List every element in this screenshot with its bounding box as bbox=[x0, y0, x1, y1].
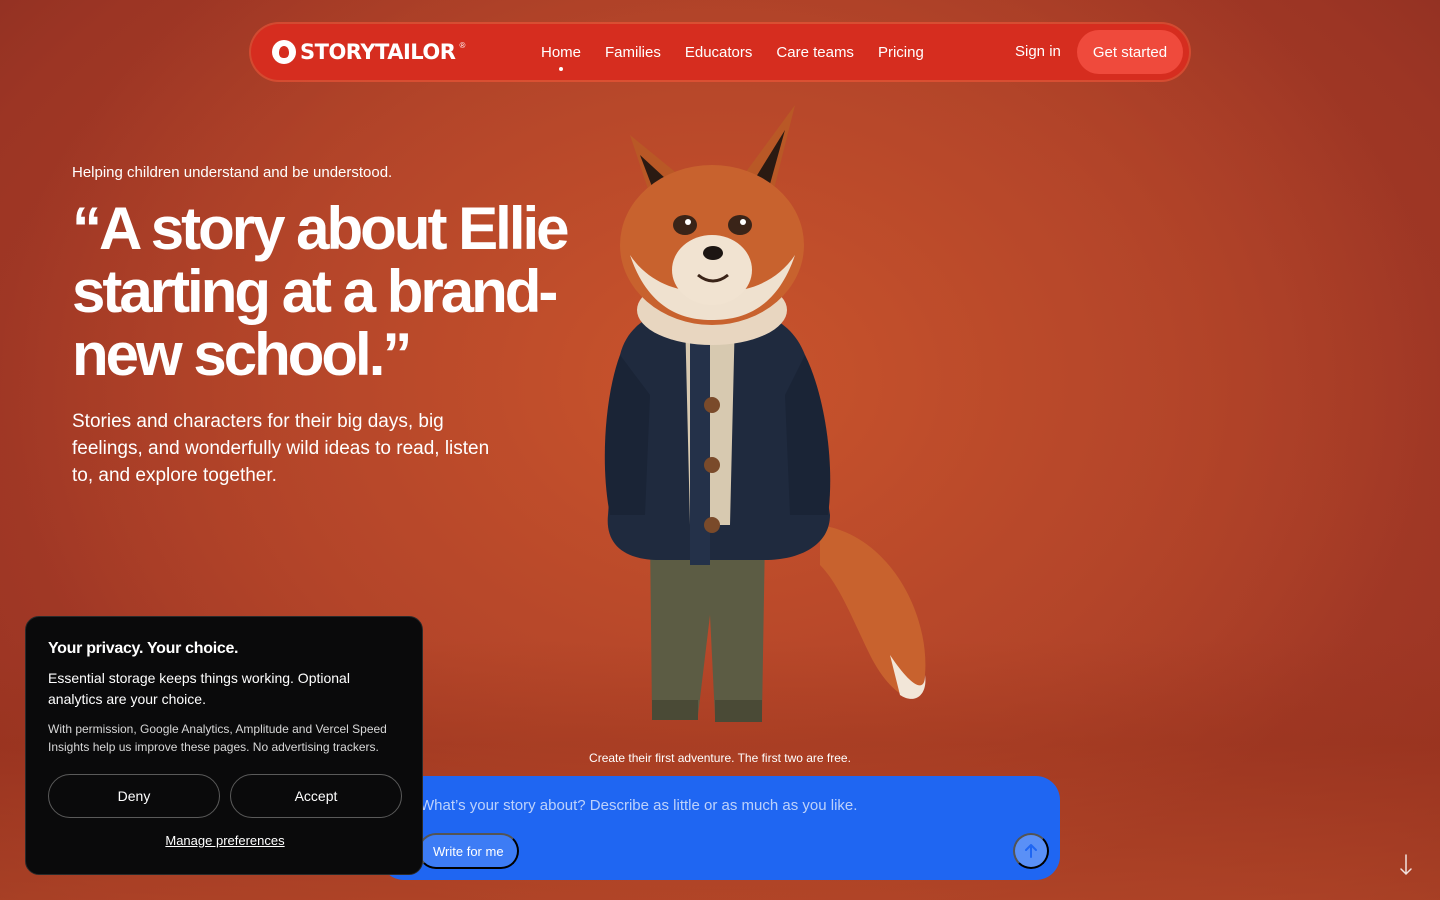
manage-preferences-link[interactable]: Manage preferences bbox=[26, 833, 424, 848]
cookie-title: Your privacy. Your choice. bbox=[48, 640, 239, 657]
cookie-lead-text: Essential storage keeps things working. … bbox=[48, 670, 350, 707]
cookie-accept-button[interactable]: Accept bbox=[230, 774, 402, 818]
nav-links: Home Families Educators Care teams Prici… bbox=[541, 24, 924, 80]
logo-registered-mark: ® bbox=[459, 41, 466, 50]
hero-subtext: Stories and characters for their big day… bbox=[72, 411, 490, 486]
nav-link-pricing[interactable]: Pricing bbox=[878, 44, 924, 61]
cookie-consent-banner: Your privacy. Your choice. Essential sto… bbox=[25, 616, 423, 875]
arrow-down-icon[interactable] bbox=[1398, 853, 1414, 877]
top-navigation: STORYTAILOR ® Home Families Educators Ca… bbox=[251, 24, 1189, 80]
cookie-detail-text: With permission, Google Analytics, Ampli… bbox=[48, 722, 387, 754]
hero-eyebrow: Helping children understand and be under… bbox=[72, 164, 393, 181]
story-prompt-input[interactable]: What’s your story about? Describe as lit… bbox=[420, 797, 857, 814]
write-for-me-button[interactable]: Write for me bbox=[418, 833, 519, 869]
logo-text: STORYTAILOR bbox=[300, 40, 456, 64]
sign-in-link[interactable]: Sign in bbox=[1015, 43, 1061, 60]
nav-link-care-teams[interactable]: Care teams bbox=[776, 44, 854, 61]
logo-mark-icon bbox=[272, 40, 296, 64]
send-prompt-button[interactable] bbox=[1013, 833, 1049, 869]
get-started-button[interactable]: Get started bbox=[1077, 30, 1183, 74]
nav-link-home[interactable]: Home bbox=[541, 44, 581, 71]
fox-character-illustration bbox=[604, 105, 926, 722]
nav-link-educators[interactable]: Educators bbox=[685, 44, 753, 61]
story-prompt-box: What’s your story about? Describe as lit… bbox=[380, 776, 1060, 880]
nav-link-families[interactable]: Families bbox=[605, 44, 661, 61]
arrow-up-icon bbox=[1025, 844, 1037, 858]
hero-headline: “A story about Ellie starting at a brand… bbox=[72, 195, 570, 388]
cookie-deny-button[interactable]: Deny bbox=[48, 774, 220, 818]
storytailor-logo[interactable]: STORYTAILOR ® bbox=[272, 39, 465, 65]
